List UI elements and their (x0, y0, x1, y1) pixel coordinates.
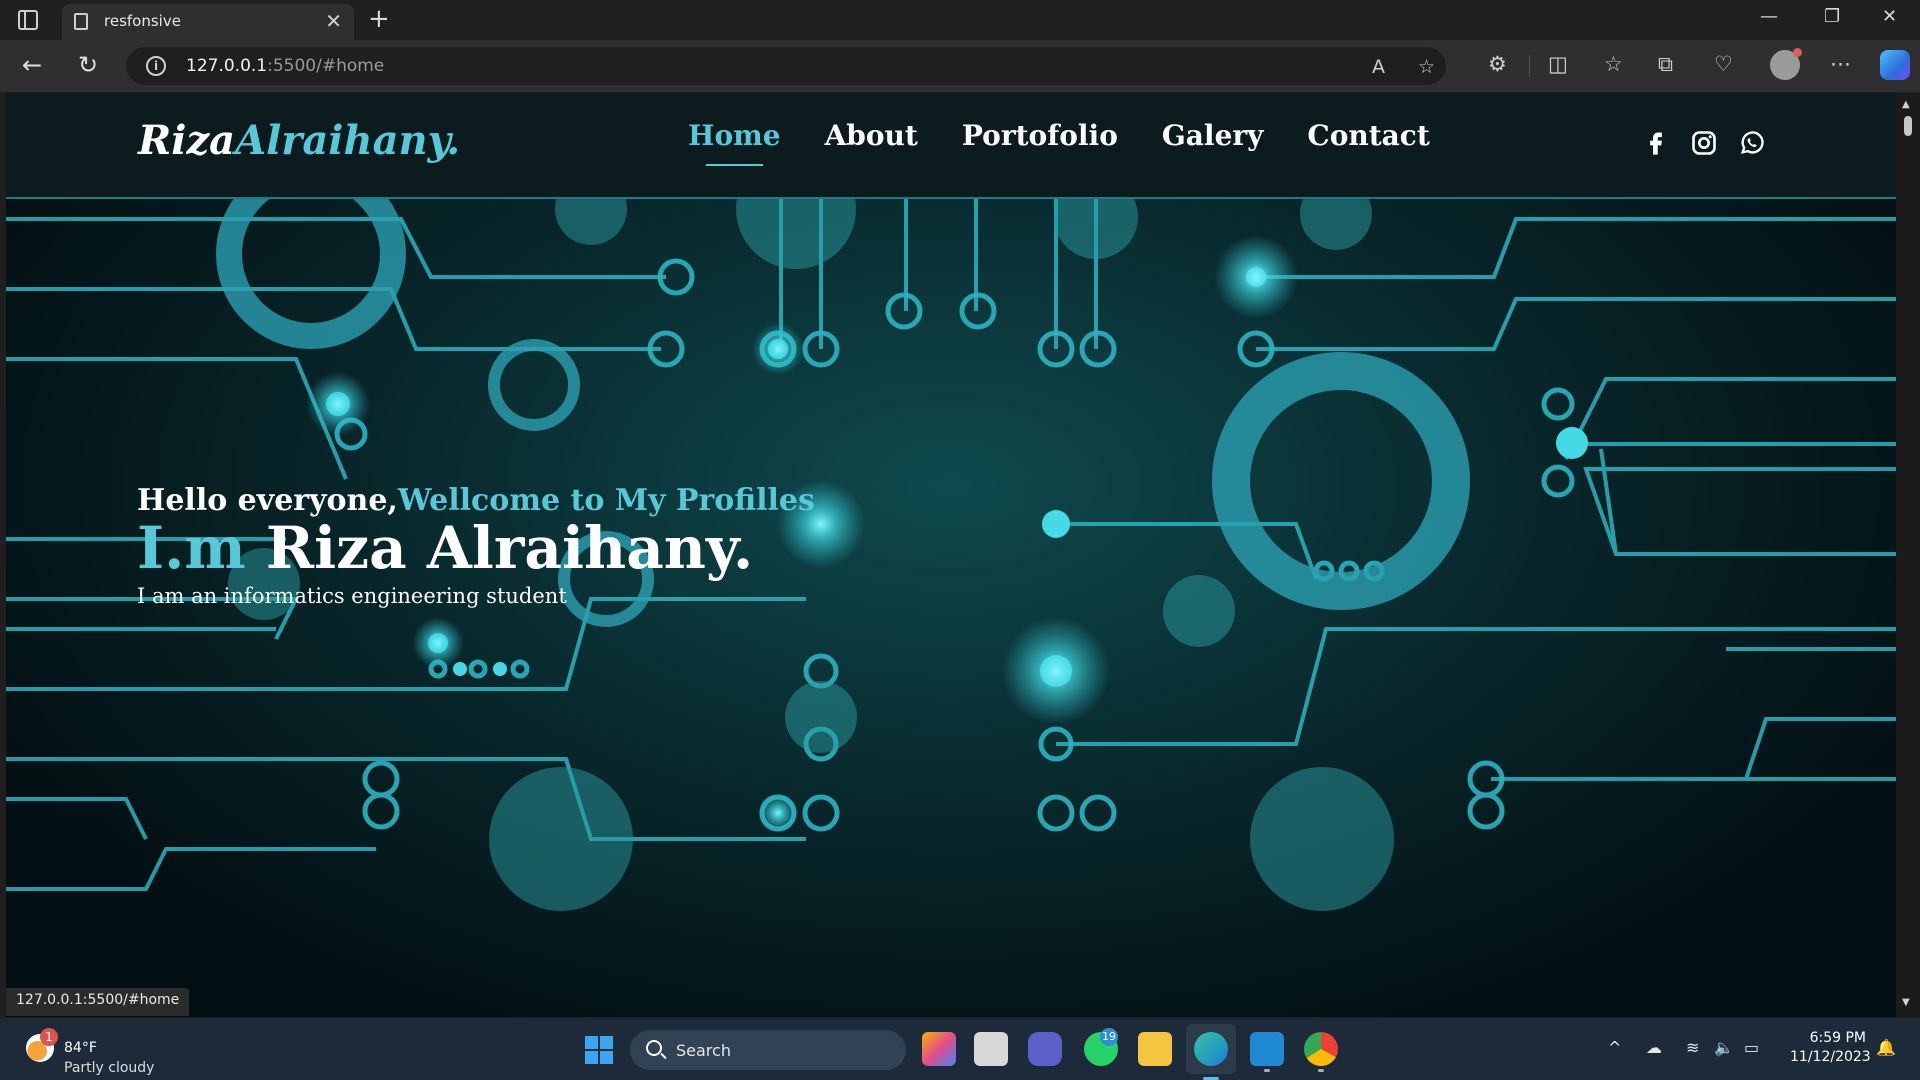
whatsapp-badge: 19 (1100, 1028, 1118, 1046)
tab-actions-icon[interactable] (18, 10, 38, 30)
social-links (1642, 129, 1766, 157)
taskbar-clock[interactable]: 6:59 PM 11/12/2023 (1790, 1030, 1871, 1065)
hero-intro: Hello everyone,Wellcome to My Profilles … (137, 483, 815, 608)
scroll-up-arrow-icon[interactable]: ▲ (1902, 99, 1910, 110)
page-viewport: RizaAlraihany. Home About Portofolio Gal… (6, 93, 1896, 1017)
hero-greeting: Hello everyone,Wellcome to My Profilles (137, 483, 815, 518)
weather-temperature: 84°F (64, 1040, 97, 1056)
weather-condition: Partly cloudy (64, 1060, 155, 1076)
wifi-icon[interactable]: ≋ (1686, 1038, 1699, 1057)
taskbar-search[interactable]: Search (630, 1030, 906, 1070)
file-explorer-icon[interactable] (1138, 1032, 1172, 1066)
close-window-button[interactable]: ✕ (1882, 6, 1897, 27)
link-status-bar: 127.0.0.1:5500/#home (6, 988, 190, 1016)
clock-date: 11/12/2023 (1790, 1049, 1871, 1065)
collections-icon[interactable]: ⧉ (1658, 52, 1673, 77)
weather-widget[interactable]: 1 84°F Partly cloudy (22, 1028, 202, 1076)
volume-icon[interactable]: 🔈 (1714, 1038, 1734, 1057)
page-icon (74, 13, 88, 30)
extensions-icon[interactable]: ⚙ (1488, 52, 1507, 76)
browser-tab[interactable]: resfonsive ✕ (62, 4, 354, 40)
tab-close-button[interactable]: ✕ (325, 9, 342, 33)
circuit-background (6, 199, 1896, 911)
hero-subtitle: I am an informatics engineering student (137, 584, 567, 608)
minimize-button[interactable]: — (1760, 6, 1778, 27)
facebook-icon[interactable] (1642, 129, 1670, 157)
nav-about[interactable]: About (825, 119, 918, 152)
notifications-bell-icon[interactable]: 🔔 (1876, 1038, 1896, 1057)
teams-chat-icon[interactable] (1028, 1032, 1062, 1066)
favorite-star-icon[interactable]: ☆ (1418, 56, 1435, 78)
clock-time: 6:59 PM (1809, 1030, 1866, 1046)
favorites-icon[interactable]: ☆ (1604, 52, 1623, 76)
browser-tab-strip: resfonsive ✕ + — ❐ ✕ (0, 0, 1920, 40)
edge-app-button[interactable] (1186, 1024, 1236, 1080)
whatsapp-icon[interactable] (1738, 129, 1766, 157)
toolbar-divider (1529, 55, 1530, 77)
onedrive-icon[interactable]: ☁ (1646, 1038, 1662, 1057)
hero-name-heading: I.m Riza Alraihany. (137, 514, 754, 582)
vscode-icon[interactable] (1250, 1032, 1284, 1072)
site-logo[interactable]: RizaAlraihany. (138, 117, 460, 164)
copilot-preview-app-icon[interactable] (922, 1032, 956, 1066)
nav-contact[interactable]: Contact (1307, 119, 1429, 152)
copilot-icon[interactable] (1880, 50, 1910, 80)
nav-galery[interactable]: Galery (1162, 119, 1264, 152)
battery-icon[interactable]: ▭ (1744, 1038, 1759, 1057)
hero-section: Hello everyone,Wellcome to My Profilles … (6, 199, 1896, 1017)
restore-button[interactable]: ❐ (1824, 6, 1840, 27)
page-scrollbar[interactable]: ▲ ▼ (1896, 93, 1920, 1017)
site-info-icon[interactable]: i (146, 56, 166, 76)
scroll-down-arrow-icon[interactable]: ▼ (1902, 997, 1910, 1008)
browser-essentials-icon[interactable]: ♡ (1714, 52, 1733, 76)
read-aloud-icon[interactable]: A (1372, 56, 1385, 78)
edge-icon (1194, 1032, 1228, 1066)
back-button[interactable]: ← (22, 51, 42, 79)
instagram-icon[interactable] (1690, 129, 1718, 157)
main-nav: Home About Portofolio Galery Contact (688, 119, 1430, 166)
nav-portofolio[interactable]: Portofolio (962, 119, 1118, 152)
browser-toolbar: ← ↻ i 127.0.0.1:5500/#home A ☆ ⚙ ◫ ☆ ⧉ ♡… (0, 40, 1920, 92)
search-label: Search (676, 1041, 731, 1060)
split-screen-icon[interactable]: ◫ (1548, 52, 1568, 76)
scrollbar-thumb[interactable] (1904, 116, 1912, 136)
windows-start-icon[interactable] (585, 1036, 613, 1064)
refresh-button[interactable]: ↻ (78, 51, 98, 79)
new-tab-button[interactable]: + (368, 4, 390, 34)
more-options-icon[interactable]: ⋯ (1830, 52, 1851, 76)
windows-taskbar: 1 84°F Partly cloudy Search 19 ^ ☁ ≋ 🔈 ▭… (0, 1018, 1920, 1080)
show-hidden-icons-chevron-icon[interactable]: ^ (1608, 1038, 1621, 1057)
tab-title: resfonsive (104, 12, 181, 30)
weather-notification-badge: 1 (40, 1028, 58, 1046)
search-icon (646, 1040, 662, 1056)
site-header: RizaAlraihany. Home About Portofolio Gal… (6, 93, 1896, 199)
url-text[interactable]: 127.0.0.1:5500/#home (186, 56, 384, 76)
chrome-icon[interactable] (1304, 1032, 1338, 1072)
nav-home[interactable]: Home (688, 119, 781, 166)
address-bar[interactable]: i 127.0.0.1:5500/#home A ☆ (126, 47, 1446, 85)
profile-avatar[interactable] (1770, 48, 1802, 80)
task-view-icon[interactable] (974, 1032, 1008, 1066)
